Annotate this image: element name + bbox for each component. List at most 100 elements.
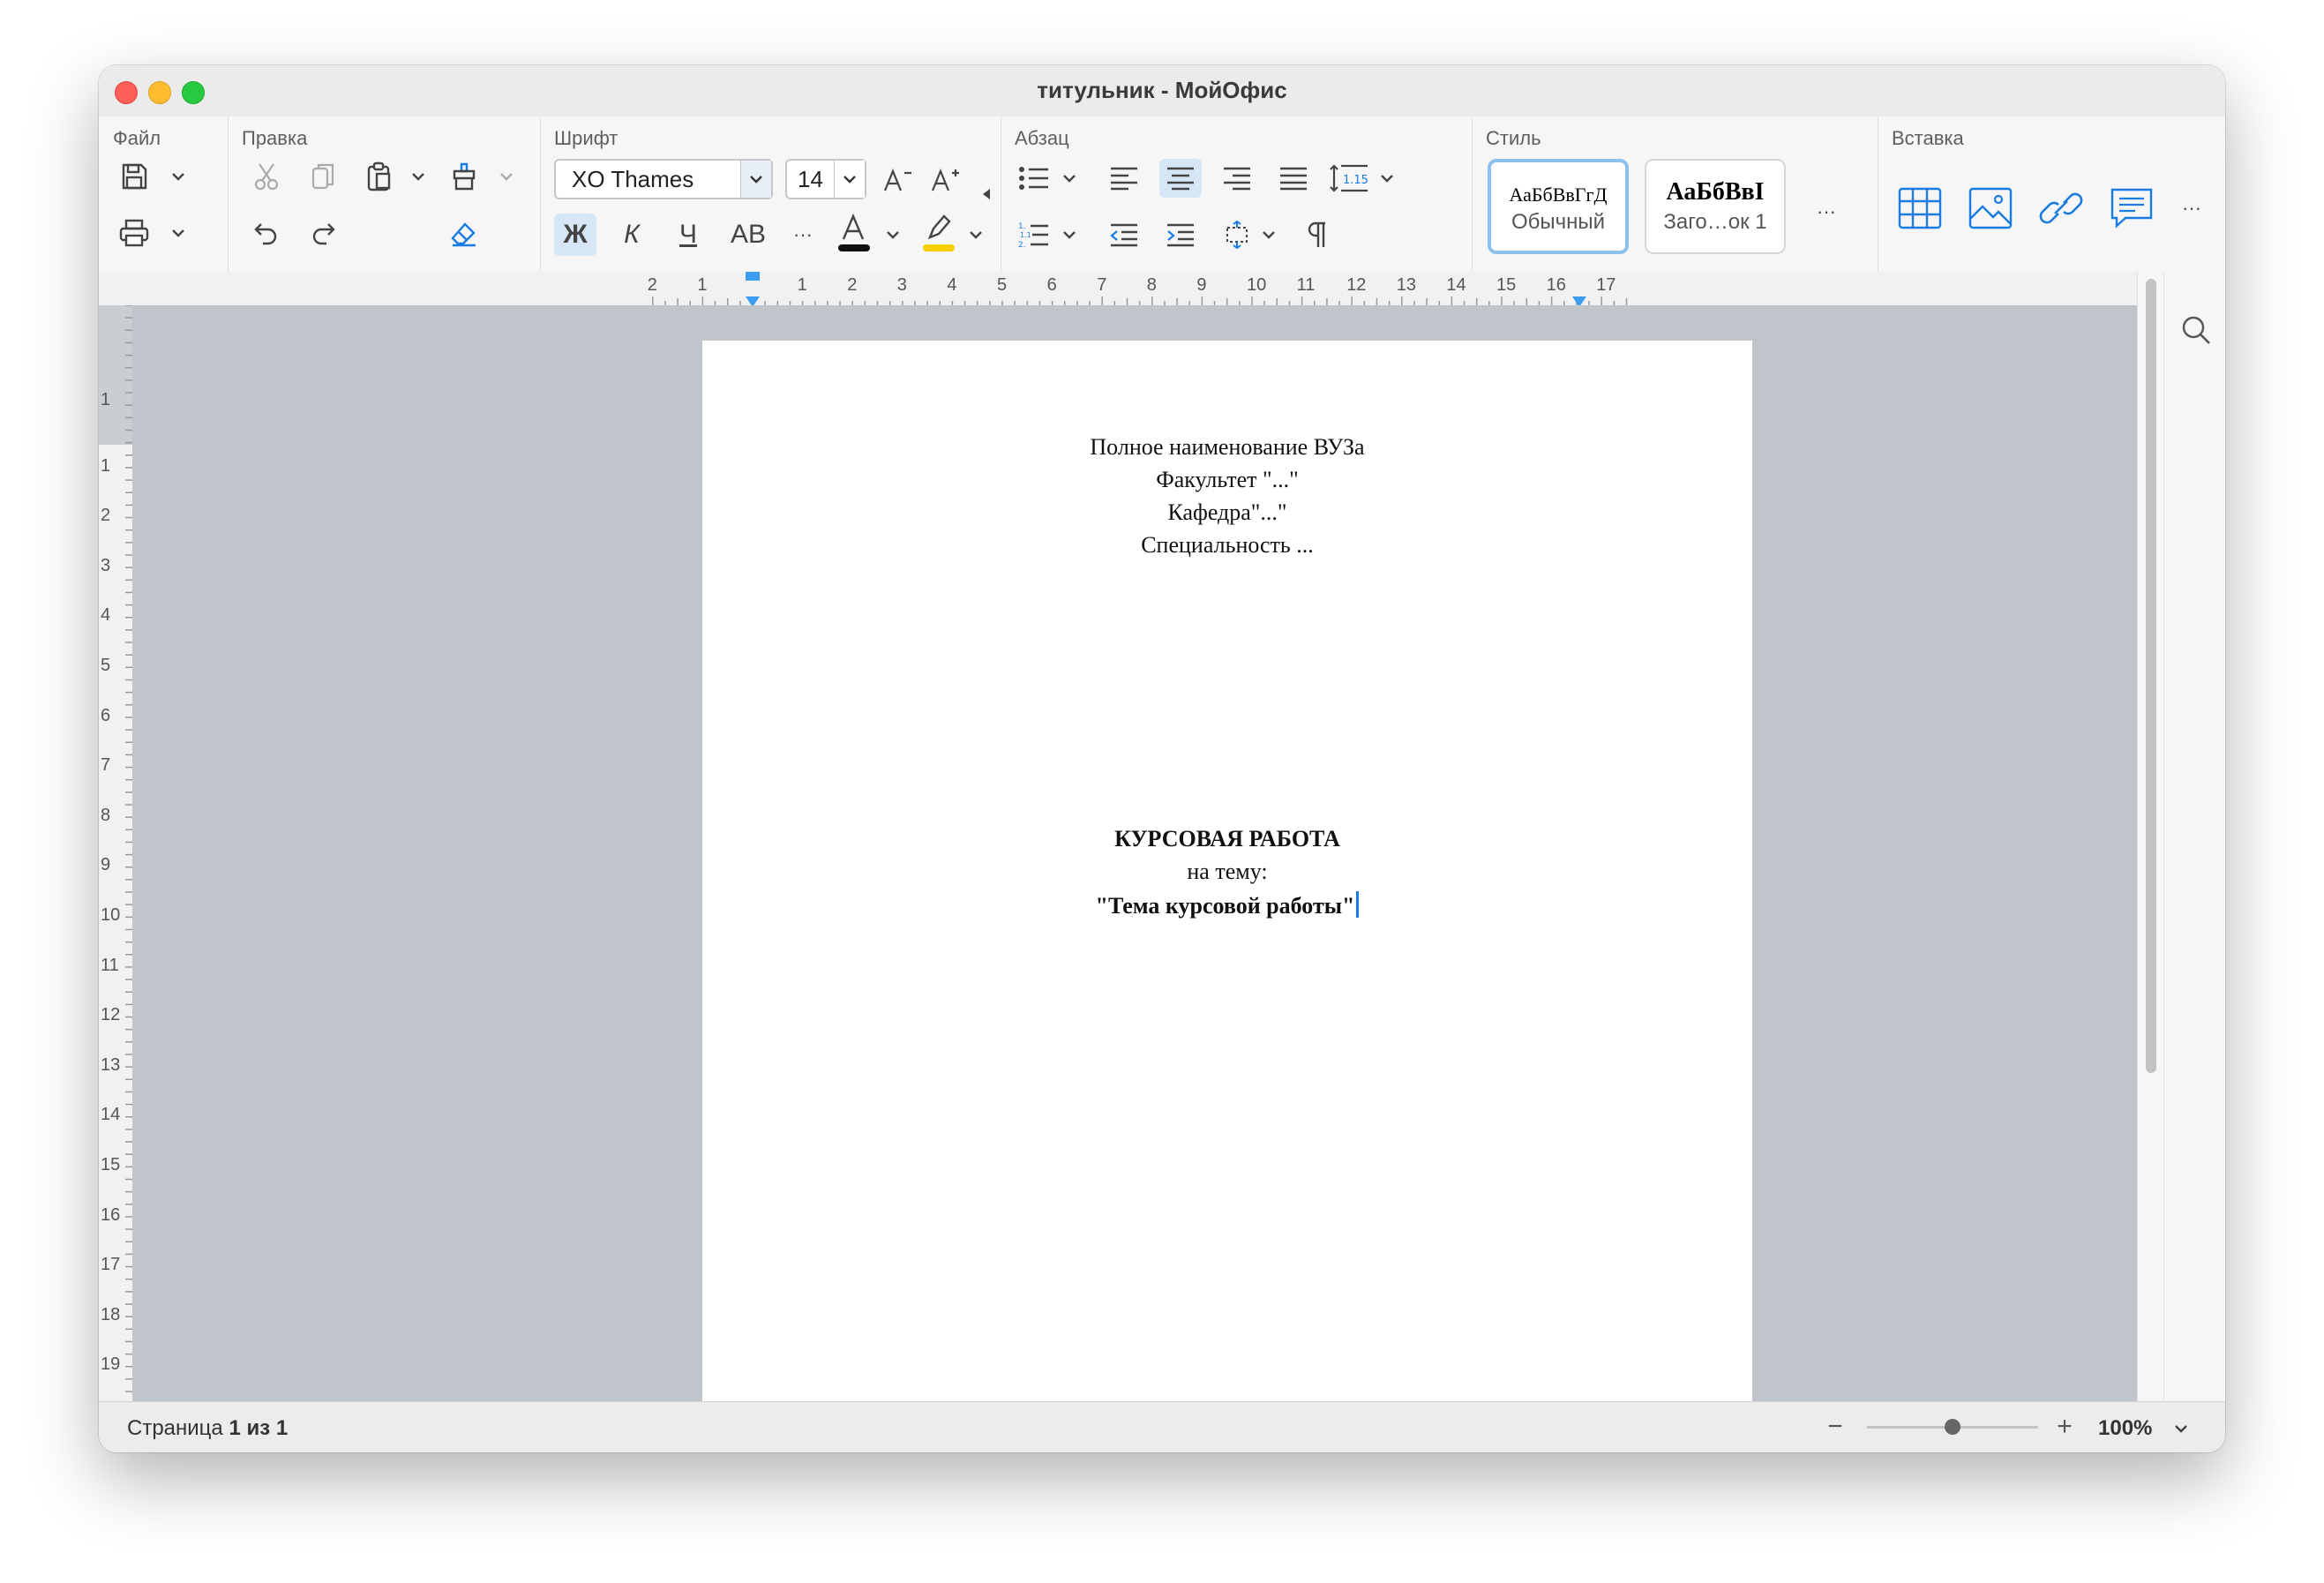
numbered-list-dropdown[interactable]: [1061, 226, 1078, 244]
save-button[interactable]: [115, 157, 154, 196]
insert-link-button[interactable]: [2036, 184, 2086, 233]
ruler-label: 12: [101, 1005, 121, 1025]
cut-button[interactable]: [247, 157, 286, 196]
bullet-list-dropdown[interactable]: [1061, 169, 1078, 187]
zoom-out-button[interactable]: −: [1819, 1411, 1851, 1443]
zoom-slider-knob[interactable]: [1945, 1419, 1960, 1435]
copy-button[interactable]: [304, 157, 342, 196]
numbered-list-button[interactable]: 1. 1.1 2.: [1015, 215, 1053, 254]
insert-comment-button[interactable]: [2107, 184, 2156, 233]
strikethrough-button[interactable]: АВ: [723, 214, 773, 256]
document-page[interactable]: Полное наименование ВУЗа Факультет "..."…: [702, 341, 1752, 1401]
highlighter-icon: [923, 214, 955, 251]
paste-dropdown[interactable]: [409, 168, 427, 185]
insert-image-button[interactable]: [1966, 184, 2015, 233]
paste-button[interactable]: [360, 157, 399, 196]
line-spacing-dropdown[interactable]: [1378, 169, 1396, 187]
undo-button[interactable]: [247, 214, 286, 252]
style-heading1-card[interactable]: АаБбВвI Заго…ок 1: [1645, 159, 1786, 254]
page-prefix: Страница: [127, 1416, 229, 1440]
redo-button[interactable]: [304, 214, 342, 252]
ruler-label: 1: [797, 275, 807, 295]
font-color-bar: [838, 244, 870, 251]
ruler-label: 2: [647, 275, 657, 295]
vertical-scrollbar-thumb[interactable]: [2146, 279, 2156, 1073]
increase-font-button[interactable]: [926, 161, 965, 199]
ruler-label: 3: [896, 275, 907, 295]
font-size-select[interactable]: 14: [785, 159, 866, 199]
document-title[interactable]: КУРСОВАЯ РАБОТА: [702, 826, 1752, 852]
header-line-department[interactable]: Кафедра"...": [702, 499, 1752, 526]
collapse-arrow-icon[interactable]: [983, 189, 990, 199]
document-subtitle[interactable]: на тему:: [702, 859, 1752, 885]
font-increase-icon: [931, 169, 959, 191]
search-button[interactable]: [2177, 311, 2215, 349]
italic-button[interactable]: К: [611, 214, 653, 256]
header-line-university[interactable]: Полное наименование ВУЗа: [702, 434, 1752, 461]
ruler-label: 12: [1346, 275, 1367, 295]
more-styles-button[interactable]: ···: [1807, 192, 1846, 231]
redo-icon: [312, 223, 335, 245]
ruler-label: 7: [1097, 275, 1107, 295]
style-normal-card[interactable]: АаБбВвГгД Обычный: [1488, 159, 1629, 254]
save-dropdown[interactable]: [169, 168, 187, 185]
scissors-icon: [254, 163, 279, 191]
paragraph-spacing-dropdown[interactable]: [1260, 226, 1278, 244]
align-right-button[interactable]: [1216, 159, 1258, 198]
group-font-label: Шрифт: [554, 127, 618, 149]
ruler-label: 8: [101, 805, 111, 825]
horizontal-ruler[interactable]: 2 1 1 2 3 4 5 6 7 8 9 10 11 12 13 14 15 16 17: [99, 272, 2137, 305]
font-color-icon: [838, 213, 870, 251]
font-name-value: XO Thames: [572, 165, 694, 192]
app-window: титульник - МойОфис Файл Правка Шрифт XO…: [99, 65, 2225, 1452]
ruler-label: 2: [101, 506, 111, 526]
increase-indent-button[interactable]: [1159, 215, 1202, 254]
indent-icon: [1167, 223, 1194, 247]
vertical-ruler[interactable]: 1 1 2 3 4 5 6 7 8 9 10 11 12 13 14 15 16 17 18 19: [99, 305, 132, 1401]
more-insert-button[interactable]: ···: [2172, 189, 2211, 228]
ruler-label: 1: [697, 275, 708, 295]
ruler-label: 4: [101, 605, 111, 626]
bold-button[interactable]: Ж: [554, 214, 596, 256]
svg-text:1.1: 1.1: [1020, 231, 1031, 239]
eraser-icon: [451, 222, 476, 247]
highlight-dropdown[interactable]: [967, 226, 985, 244]
highlight-button[interactable]: [919, 208, 958, 258]
paragraph-spacing-button[interactable]: [1216, 215, 1258, 254]
vertical-scrollbar[interactable]: [2137, 272, 2164, 1401]
print-button[interactable]: [115, 214, 154, 252]
font-name-select[interactable]: XO Thames: [554, 159, 773, 199]
format-painter-dropdown[interactable]: [498, 168, 515, 185]
ruler-label: 4: [947, 275, 957, 295]
underline-button[interactable]: Ч: [667, 214, 709, 256]
clear-format-button[interactable]: [445, 214, 484, 252]
font-color-button[interactable]: [835, 208, 873, 258]
print-dropdown[interactable]: [169, 224, 187, 242]
ruler-label: 15: [101, 1155, 121, 1174]
zoom-level[interactable]: 100%: [2098, 1416, 2152, 1441]
justify-button[interactable]: [1272, 159, 1315, 198]
align-left-button[interactable]: [1103, 159, 1145, 198]
format-painter-button[interactable]: [445, 157, 484, 196]
page-middle: из: [240, 1416, 276, 1440]
zoom-slider[interactable]: [1867, 1419, 2038, 1435]
font-color-dropdown[interactable]: [884, 226, 902, 244]
insert-table-button[interactable]: [1895, 184, 1945, 233]
search-icon: [2182, 316, 2210, 344]
line-spacing-button[interactable]: 1.15: [1327, 157, 1371, 199]
decrease-font-button[interactable]: [879, 161, 918, 199]
title-bar: титульник - МойОфис: [99, 65, 2225, 117]
group-paragraph: Абзац 1.15 1. 1.1 2.: [1001, 116, 1473, 272]
zoom-in-button[interactable]: +: [2049, 1411, 2080, 1443]
zoom-dropdown[interactable]: [2172, 1420, 2190, 1437]
bullet-list-button[interactable]: [1015, 159, 1053, 198]
group-file: Файл: [99, 116, 229, 272]
header-line-faculty[interactable]: Факультет "...": [702, 467, 1752, 493]
document-topic-line[interactable]: "Тема курсовой работы": [702, 891, 1752, 919]
align-center-button[interactable]: [1159, 159, 1202, 198]
font-more-button[interactable]: ···: [783, 214, 822, 256]
show-formatting-button[interactable]: [1297, 215, 1339, 254]
ruler-label: 5: [997, 275, 1008, 295]
header-line-specialty[interactable]: Специальность ...: [702, 532, 1752, 559]
decrease-indent-button[interactable]: [1103, 215, 1145, 254]
